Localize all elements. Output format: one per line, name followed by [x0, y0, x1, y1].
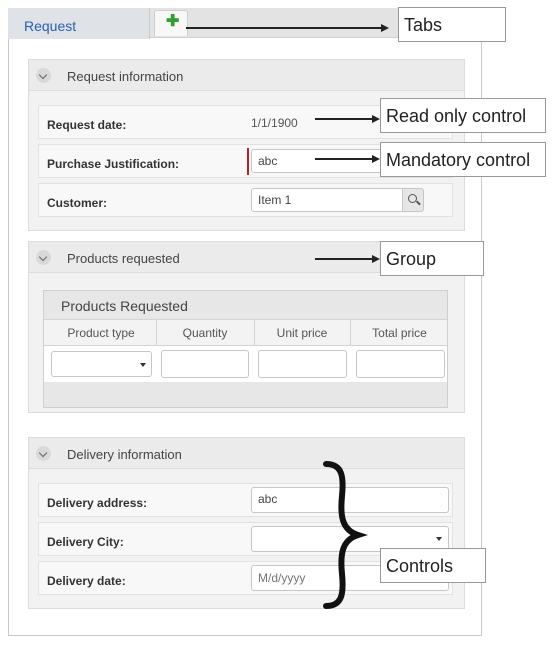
- chevron-down-icon[interactable]: [36, 446, 51, 461]
- arrow-head: [372, 155, 380, 163]
- chevron-down-icon[interactable]: [36, 250, 51, 265]
- column-header-unit-price[interactable]: Unit price: [256, 326, 348, 340]
- annotation-arrow: [186, 27, 382, 29]
- quantity-input[interactable]: [161, 350, 249, 378]
- tab-request-label: Request: [24, 18, 77, 34]
- arrow-head: [372, 115, 380, 123]
- customer-lookup-input[interactable]: Item 1: [251, 188, 403, 212]
- request-date-label: Request date:: [47, 118, 127, 132]
- callout-group: Group: [380, 241, 484, 276]
- delivery-address-label: Delivery address:: [47, 496, 148, 510]
- column-header-total-price[interactable]: Total price: [352, 326, 447, 340]
- products-grid: Products Requested Product type Quantity…: [43, 290, 448, 408]
- grid-header: Product type Quantity Unit price Total p…: [44, 319, 447, 347]
- purchase-justification-label: Purchase Justification:: [47, 157, 180, 171]
- callout-controls: Controls: [380, 548, 486, 583]
- arrow-head: [372, 255, 380, 263]
- plus-icon: ✚: [166, 13, 180, 30]
- delivery-city-label: Delivery City:: [47, 535, 124, 549]
- annotation-arrow: [315, 118, 373, 120]
- section-title: Delivery information: [67, 447, 182, 462]
- column-separator: [254, 320, 255, 347]
- callout-read-only: Read only control: [380, 98, 546, 133]
- column-separator: [350, 320, 351, 347]
- annotation-arrow: [315, 158, 373, 160]
- request-date-value: 1/1/1900: [251, 116, 298, 130]
- section-title: Request information: [67, 69, 184, 84]
- chevron-down-icon: [140, 363, 146, 367]
- section-header[interactable]: Request information: [29, 60, 464, 91]
- arrow-head: [381, 24, 389, 32]
- column-separator: [156, 320, 157, 347]
- search-icon[interactable]: [402, 188, 424, 212]
- callout-tabs: Tabs: [398, 7, 506, 42]
- unit-price-input[interactable]: [258, 350, 347, 378]
- chevron-down-icon[interactable]: [36, 68, 51, 83]
- grid-title: Products Requested: [61, 298, 188, 314]
- delivery-date-label: Delivery date:: [47, 574, 126, 588]
- row-customer: Customer: Item 1: [38, 183, 453, 217]
- annotation-arrow: [315, 258, 373, 260]
- column-header-quantity[interactable]: Quantity: [158, 326, 252, 340]
- product-type-select[interactable]: [51, 351, 152, 377]
- customer-label: Customer:: [47, 196, 108, 210]
- grid-row: [44, 346, 447, 382]
- chevron-down-icon: [436, 537, 442, 541]
- add-tab-button[interactable]: ✚: [154, 10, 188, 36]
- callout-mandatory: Mandatory control: [380, 142, 546, 177]
- column-header-product-type[interactable]: Product type: [48, 326, 154, 340]
- tab-request[interactable]: Request: [8, 8, 150, 39]
- section-header[interactable]: Delivery information: [29, 438, 464, 469]
- section-title: Products requested: [67, 251, 180, 266]
- total-price-input[interactable]: [356, 350, 445, 378]
- row-delivery-address: Delivery address: abc: [38, 483, 453, 517]
- mandatory-indicator: [247, 148, 249, 175]
- section-delivery-information: Delivery information Delivery address: a…: [28, 437, 465, 609]
- curly-brace-icon: [323, 461, 368, 609]
